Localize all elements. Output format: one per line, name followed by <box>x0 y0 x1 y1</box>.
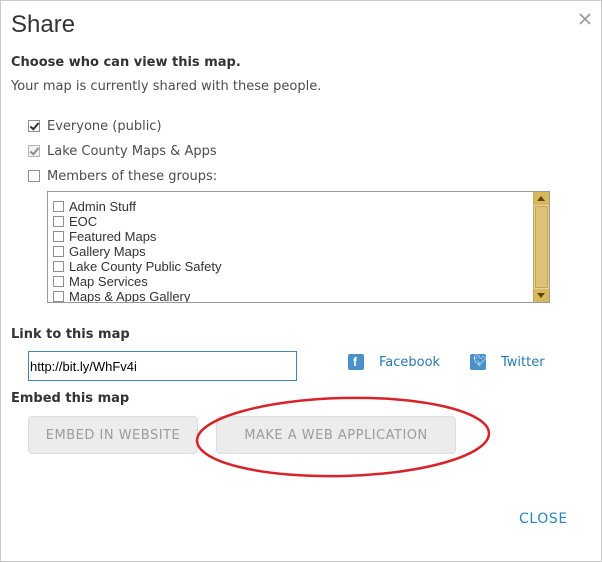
visibility-heading: Choose who can view this map. <box>11 55 241 70</box>
organization-checkbox <box>28 145 40 157</box>
close-icon[interactable] <box>576 10 594 28</box>
twitter-share-link[interactable]: 🐦︎ Twitter <box>470 354 545 370</box>
map-link-input[interactable] <box>28 351 297 381</box>
group-checkbox[interactable] <box>53 231 64 242</box>
group-label: Maps & Apps Gallery <box>69 289 191 303</box>
group-item[interactable]: Map Services <box>53 274 221 289</box>
group-label: Lake County Public Safety <box>69 259 222 274</box>
facebook-icon: f <box>348 354 364 370</box>
group-label: Gallery Maps <box>69 244 146 259</box>
group-checkbox[interactable] <box>53 261 64 272</box>
group-item[interactable]: Admin Stuff <box>53 199 221 214</box>
groups-list: Admin Stuff EOC Featured Maps Gallery Ma… <box>53 199 221 303</box>
group-checkbox[interactable] <box>53 216 64 227</box>
visibility-description: Your map is currently shared with these … <box>11 79 322 94</box>
group-checkbox[interactable] <box>53 201 64 212</box>
twitter-label: Twitter <box>501 354 545 370</box>
twitter-icon: 🐦︎ <box>470 354 487 370</box>
group-item[interactable]: Maps & Apps Gallery <box>53 289 221 303</box>
groups-label: Members of these groups: <box>47 168 218 184</box>
group-item[interactable]: EOC <box>53 214 221 229</box>
group-item[interactable]: Featured Maps <box>53 229 221 244</box>
group-item[interactable]: Lake County Public Safety <box>53 259 221 274</box>
scroll-thumb[interactable] <box>535 206 548 288</box>
group-label: Map Services <box>69 274 148 289</box>
group-label: EOC <box>69 214 98 229</box>
everyone-label: Everyone (public) <box>47 118 162 134</box>
groups-list-box[interactable]: Admin Stuff EOC Featured Maps Gallery Ma… <box>47 191 550 303</box>
facebook-label: Facebook <box>379 354 441 370</box>
option-organization: Lake County Maps & Apps <box>28 143 217 159</box>
group-label: Admin Stuff <box>69 199 136 214</box>
organization-label: Lake County Maps & Apps <box>47 143 217 159</box>
option-groups[interactable]: Members of these groups: <box>28 168 217 184</box>
group-checkbox[interactable] <box>53 291 64 302</box>
groups-checkbox[interactable] <box>28 170 40 182</box>
group-checkbox[interactable] <box>53 276 64 287</box>
option-everyone[interactable]: Everyone (public) <box>28 118 162 134</box>
dialog-title: Share <box>11 11 76 38</box>
group-item[interactable]: Gallery Maps <box>53 244 221 259</box>
group-checkbox[interactable] <box>53 246 64 257</box>
embed-heading: Embed this map <box>11 391 130 406</box>
embed-in-website-button[interactable]: EMBED IN WEBSITE <box>28 416 198 454</box>
make-web-application-button[interactable]: MAKE A WEB APPLICATION <box>216 416 456 454</box>
link-heading: Link to this map <box>11 327 130 342</box>
group-label: Featured Maps <box>69 229 157 244</box>
scroll-up-arrow-icon[interactable] <box>534 192 549 205</box>
everyone-checkbox[interactable] <box>28 120 40 132</box>
close-button[interactable]: CLOSE <box>519 511 568 527</box>
groups-scrollbar[interactable] <box>533 192 549 302</box>
share-dialog: Share Choose who can view this map. Your… <box>0 0 602 562</box>
facebook-share-link[interactable]: f Facebook <box>348 354 440 370</box>
scroll-down-arrow-icon[interactable] <box>534 289 549 302</box>
